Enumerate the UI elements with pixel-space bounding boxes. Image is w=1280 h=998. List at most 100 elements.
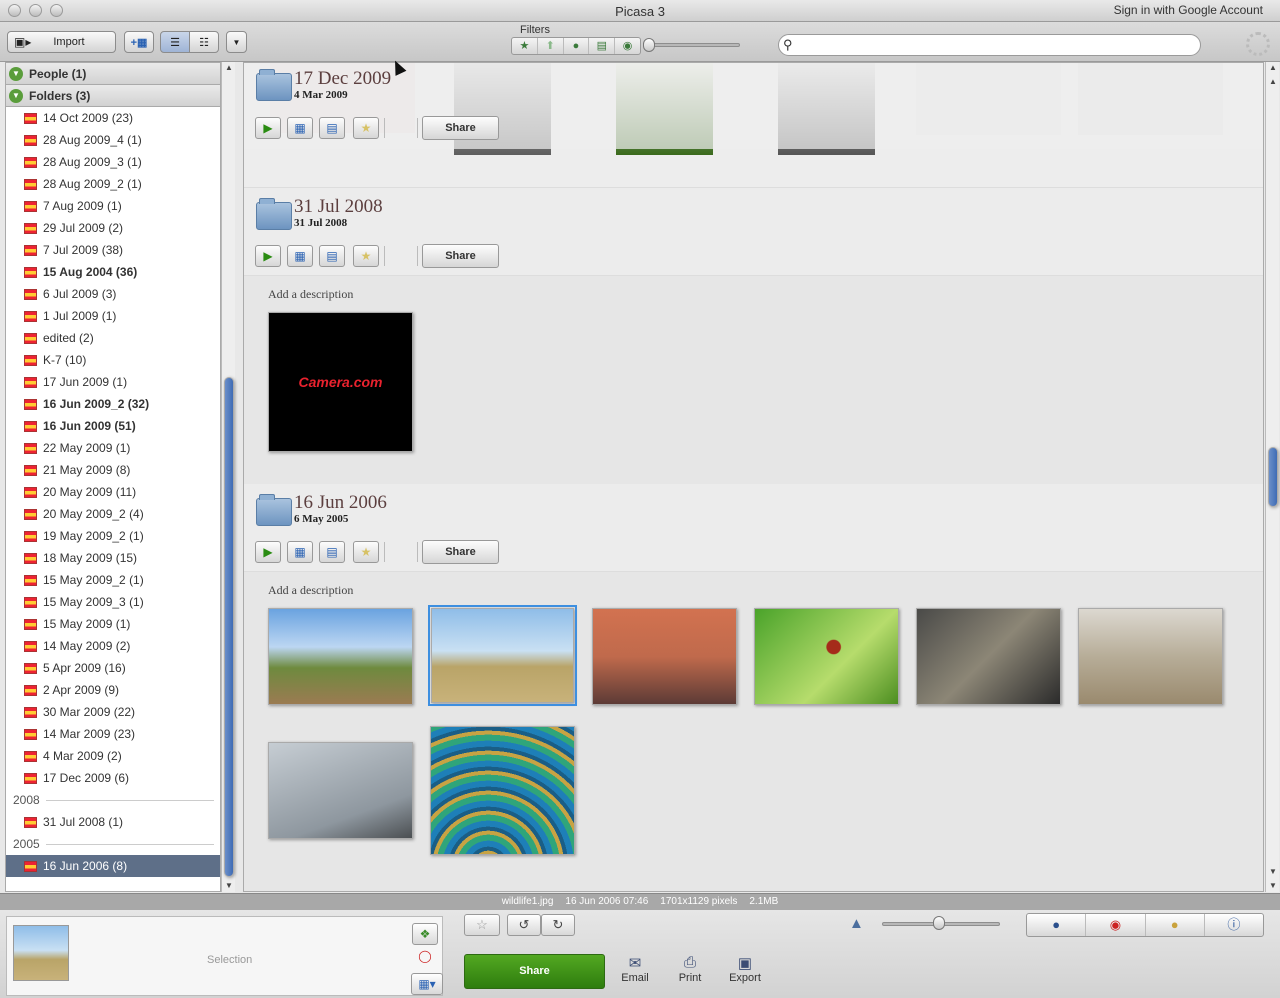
scroll-down-arrow-icon[interactable]: ▼: [222, 880, 236, 892]
photo-thumbnail-peacock[interactable]: [430, 726, 575, 855]
add-description-link[interactable]: Add a description: [268, 287, 353, 302]
people-section-header[interactable]: ▼ People (1): [6, 63, 220, 85]
photo-thumbnail-giraffes[interactable]: [428, 605, 577, 706]
sidebar-folder-item[interactable]: 4 Mar 2009 (2): [6, 745, 220, 767]
sidebar-folder-item[interactable]: 19 May 2009_2 (1): [6, 525, 220, 547]
rotate-left-button[interactable]: ↺: [507, 914, 541, 936]
sidebar-folder-item[interactable]: 15 May 2009_2 (1): [6, 569, 220, 591]
sidebar-folder-item[interactable]: 14 Oct 2009 (23): [6, 107, 220, 129]
star-button[interactable]: ☆: [464, 914, 500, 936]
photo-thumbnail-deer[interactable]: [592, 608, 737, 705]
hold-button[interactable]: ❖: [412, 923, 438, 945]
album-share-button[interactable]: Share: [422, 244, 499, 268]
scroll-up-arrow-icon[interactable]: ▲: [1266, 76, 1280, 88]
sidebar-folder-item[interactable]: K-7 (10): [6, 349, 220, 371]
slideshow-play-button[interactable]: ▶: [255, 541, 281, 563]
sidebar-folder-item[interactable]: 5 Apr 2009 (16): [6, 657, 220, 679]
collage-button[interactable]: ▦: [287, 541, 313, 563]
tags-icon[interactable]: ●: [1146, 914, 1205, 936]
sidebar-folder-item[interactable]: 7 Aug 2009 (1): [6, 195, 220, 217]
photo-thumbnail-ladybug[interactable]: [754, 608, 899, 705]
info-icon[interactable]: ⓘ: [1205, 914, 1263, 936]
sidebar-folder-item[interactable]: 21 May 2009 (8): [6, 459, 220, 481]
movie-button[interactable]: ▤: [319, 245, 345, 267]
collage-button[interactable]: ▦: [287, 117, 313, 139]
uploaded-filter-icon[interactable]: ⬆: [538, 38, 564, 54]
sidebar-scrollbar[interactable]: ▲ ▼: [221, 62, 235, 892]
photo-thumbnail-leopard[interactable]: [916, 608, 1061, 705]
sidebar-folder-item[interactable]: 2 Apr 2009 (9): [6, 679, 220, 701]
photo-thumbnail-monkey[interactable]: [268, 742, 413, 839]
photo-thumbnail[interactable]: Camera.com: [268, 312, 413, 452]
photo-thumbnail-safari[interactable]: [1078, 608, 1223, 705]
sidebar-folder-item[interactable]: 16 Jun 2009_2 (32): [6, 393, 220, 415]
add-description-link[interactable]: Add a description: [268, 583, 353, 598]
photo-thumbnail-cows[interactable]: [268, 608, 413, 705]
collage-button[interactable]: ▦: [287, 245, 313, 267]
scroll-down-arrow-icon[interactable]: ▼: [1266, 866, 1280, 878]
sidebar-folder-item[interactable]: 1 Jul 2009 (1): [6, 305, 220, 327]
movies-filter-icon[interactable]: ▤: [589, 38, 616, 54]
rotate-right-button[interactable]: ↻: [541, 914, 575, 936]
movie-button[interactable]: ▤: [319, 541, 345, 563]
add-to-album-button[interactable]: +▦: [124, 31, 154, 53]
sign-in-link[interactable]: Sign in with Google Account: [1114, 3, 1263, 17]
sidebar-folder-item[interactable]: 6 Jul 2009 (3): [6, 283, 220, 305]
view-menu-button[interactable]: ▼: [226, 31, 247, 53]
slideshow-play-button[interactable]: ▶: [255, 245, 281, 267]
album-share-button[interactable]: Share: [422, 116, 499, 140]
scroll-up-arrow-icon[interactable]: ▲: [222, 62, 236, 74]
folders-section-header[interactable]: ▼ Folders (3): [6, 85, 220, 107]
album-scroll-thumb[interactable]: [1268, 447, 1278, 507]
sidebar-folder-item[interactable]: 15 May 2009 (1): [6, 613, 220, 635]
slideshow-play-button[interactable]: ▶: [255, 117, 281, 139]
album-title[interactable]: 17 Dec 2009: [294, 68, 391, 90]
album-share-button[interactable]: Share: [422, 540, 499, 564]
album-title[interactable]: 31 Jul 2008: [294, 196, 383, 218]
sidebar-folder-item-selected[interactable]: 16 Jun 2006 (8): [6, 855, 220, 877]
sidebar-folder-item[interactable]: 17 Jun 2009 (1): [6, 371, 220, 393]
scroll-up-arrow-icon[interactable]: ▲: [1266, 62, 1280, 74]
sidebar-scroll-thumb[interactable]: [224, 377, 234, 877]
share-button[interactable]: Share: [464, 954, 605, 989]
list-view-button[interactable]: ☰: [160, 31, 190, 53]
sidebar-folder-item[interactable]: 18 May 2009 (15): [6, 547, 220, 569]
export-button[interactable]: ▣ Export: [723, 954, 767, 984]
sidebar-folder-item[interactable]: 29 Jul 2009 (2): [6, 217, 220, 239]
sidebar-folder-item[interactable]: 31 Jul 2008 (1): [6, 811, 220, 833]
sidebar-folder-item[interactable]: 15 Aug 2004 (36): [6, 261, 220, 283]
add-to-album-menu-button[interactable]: ▦▾: [411, 973, 443, 995]
scroll-down-arrow-icon[interactable]: ▼: [1266, 880, 1280, 892]
sidebar-folder-item[interactable]: 15 May 2009_3 (1): [6, 591, 220, 613]
sidebar-folder-item[interactable]: 14 May 2009 (2): [6, 635, 220, 657]
map-pin-icon[interactable]: ◉: [1086, 914, 1146, 936]
star-album-button[interactable]: ★: [353, 245, 379, 267]
sidebar-folder-item[interactable]: 28 Aug 2009_4 (1): [6, 129, 220, 151]
sidebar-folder-item[interactable]: 14 Mar 2009 (23): [6, 723, 220, 745]
print-button[interactable]: ⎙ Print: [668, 954, 712, 984]
sidebar-folder-item[interactable]: 28 Aug 2009_2 (1): [6, 173, 220, 195]
sidebar-folder-item[interactable]: 28 Aug 2009_3 (1): [6, 151, 220, 173]
import-button[interactable]: ▣▸ Import: [7, 31, 116, 53]
album-scrollbar[interactable]: ▲ ▲ ▼ ▼: [1265, 62, 1279, 892]
tray-thumbnail[interactable]: [13, 925, 69, 981]
sidebar-folder-item[interactable]: 7 Jul 2009 (38): [6, 239, 220, 261]
sidebar-folder-item[interactable]: 22 May 2009 (1): [6, 437, 220, 459]
tree-view-button[interactable]: ☷: [189, 31, 219, 53]
thumbnail-size-knob[interactable]: [933, 916, 945, 930]
search-input[interactable]: [801, 37, 1191, 53]
email-button[interactable]: ✉ Email: [613, 954, 657, 984]
star-album-button[interactable]: ★: [353, 117, 379, 139]
movie-button[interactable]: ▤: [319, 117, 345, 139]
sidebar-folder-item[interactable]: 16 Jun 2009 (51): [6, 415, 220, 437]
star-album-button[interactable]: ★: [353, 541, 379, 563]
sidebar-folder-item[interactable]: 17 Dec 2009 (6): [6, 767, 220, 789]
sidebar-folder-item[interactable]: 30 Mar 2009 (22): [6, 701, 220, 723]
album-title[interactable]: 16 Jun 2006: [294, 492, 387, 514]
sidebar-folder-item[interactable]: 20 May 2009 (11): [6, 481, 220, 503]
sidebar-folder-item[interactable]: 20 May 2009_2 (4): [6, 503, 220, 525]
clear-tray-button[interactable]: ◯: [412, 946, 438, 968]
geotag-filter-icon[interactable]: ◉: [615, 38, 640, 54]
sidebar-folder-item[interactable]: edited (2): [6, 327, 220, 349]
filter-slider-knob[interactable]: [643, 38, 655, 52]
